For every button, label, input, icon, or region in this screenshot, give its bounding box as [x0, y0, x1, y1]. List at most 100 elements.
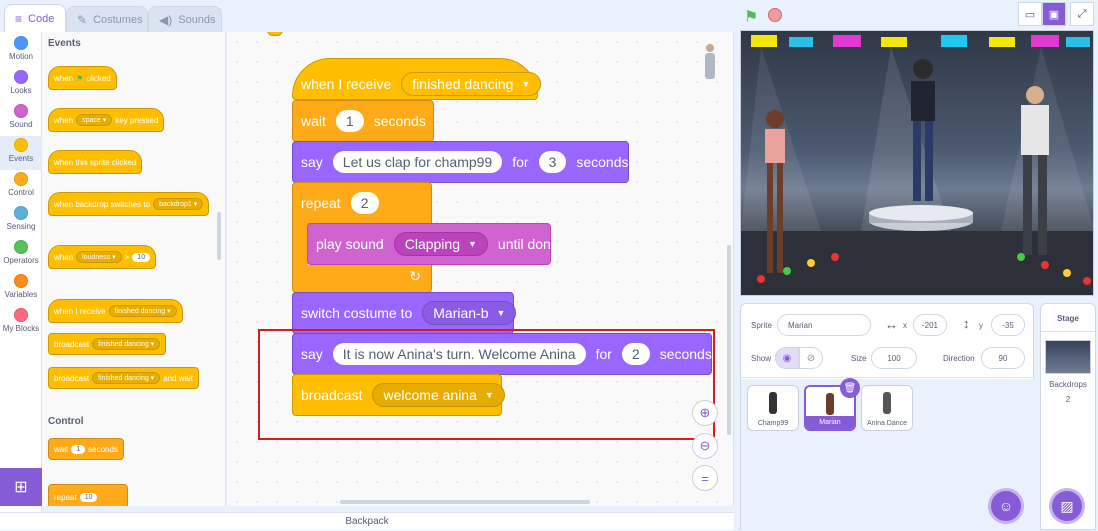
say-for-block[interactable]: say Let us clap for champ99 for 3 second… [292, 141, 629, 183]
x-input[interactable]: -201 [913, 314, 947, 336]
green-flag-button[interactable]: ⚑ [744, 7, 758, 27]
tab-costumes[interactable]: ✎ Costumes [66, 6, 148, 32]
zoom-in-button[interactable]: ⊕ [692, 400, 718, 426]
say-for-block-2[interactable]: say It is now Anina's turn. Welcome Anin… [292, 333, 712, 375]
say-text-input[interactable]: Let us clap for champ99 [332, 151, 503, 173]
stage-canvas[interactable] [740, 30, 1094, 296]
normal-stage-button[interactable]: ▣ [1042, 2, 1066, 26]
message-dropdown[interactable]: finished dancing ▾ [92, 372, 161, 384]
category-events[interactable]: Events [0, 136, 42, 170]
palette-block-wait[interactable]: wait 1 seconds [48, 438, 124, 460]
backpack-bar[interactable]: Backpack [0, 512, 734, 530]
key-dropdown[interactable]: space ▾ [76, 114, 113, 126]
loudness-dropdown[interactable]: loudness ▾ [76, 251, 122, 263]
horizontal-arrows-icon: ↔ [885, 317, 898, 332]
sprite-thumb-anina-dance[interactable]: Anina Dance [861, 385, 913, 431]
add-extension-button[interactable]: ⊞ [0, 468, 42, 506]
add-backdrop-icon: ▨ [1060, 497, 1074, 514]
say-seconds-input[interactable]: 3 [538, 151, 567, 173]
show-visible-button[interactable]: ◉ [775, 347, 799, 369]
show-hidden-button[interactable]: ⊘ [799, 347, 823, 369]
repeat-input[interactable]: 10 [79, 492, 98, 502]
say-text-input[interactable]: It is now Anina's turn. Welcome Anina [332, 343, 586, 365]
script-area[interactable]: when I receive finished dancing ▼ wait 1 … [227, 32, 734, 506]
switch-costume-block[interactable]: switch costume to Marian-b ▼ [292, 292, 517, 334]
zoom-reset-icon: = [701, 470, 709, 486]
block-text: when [54, 115, 74, 125]
message-dropdown[interactable]: finished dancing ▾ [108, 305, 177, 317]
workspace-vertical-scrollbar[interactable] [727, 245, 731, 435]
stop-button[interactable] [768, 8, 782, 22]
zoom-in-icon: ⊕ [699, 405, 711, 420]
backdrop-dropdown[interactable]: backdrop1 ▾ [153, 198, 204, 210]
play-sound-until-done-block[interactable]: play sound Clapping ▼ until done [307, 223, 559, 265]
receive-message-dropdown[interactable]: finished dancing ▼ [401, 72, 542, 96]
loop-arrow-icon: ↻ [409, 268, 421, 284]
repeat-block[interactable]: repeat 2 [292, 182, 432, 224]
category-sound[interactable]: Sound [0, 104, 42, 129]
wait-input[interactable]: 1 [71, 444, 86, 454]
palette-block-when-key-pressed[interactable]: when space ▾ key pressed [48, 108, 165, 132]
category-motion[interactable]: Motion [0, 36, 42, 61]
message-dropdown[interactable]: finished dancing ▾ [92, 338, 161, 350]
wait-input[interactable]: 1 [335, 110, 364, 132]
palette-heading-events: Events [48, 38, 81, 49]
dropdown-value: welcome anina [383, 387, 477, 403]
repeat-input[interactable]: 2 [350, 192, 379, 214]
palette-block-when-sprite-clicked[interactable]: when this sprite clicked [48, 150, 143, 174]
tab-code[interactable]: ≡ Code [4, 4, 66, 32]
wait-block[interactable]: wait 1 seconds [292, 100, 434, 142]
when-i-receive-hat-block[interactable]: when I receive finished dancing ▼ [292, 58, 542, 100]
workspace-horizontal-scrollbar[interactable] [340, 500, 590, 504]
broadcast-message-dropdown[interactable]: welcome anina ▼ [372, 383, 505, 407]
palette-block-when-backdrop-switches[interactable]: when backdrop switches to backdrop1 ▾ [48, 192, 210, 216]
choose-sprite-button[interactable]: ☺ [988, 488, 1024, 524]
block-text: until done [497, 236, 559, 252]
fullscreen-button[interactable]: ⤢ [1070, 2, 1094, 26]
tab-sounds-label: Sounds [178, 13, 216, 26]
palette-block-when-loudness[interactable]: when loudness ▾ >10 [48, 245, 157, 269]
delete-sprite-button[interactable]: 🗑 [840, 378, 860, 398]
zoom-reset-button[interactable]: = [692, 465, 718, 491]
category-operators[interactable]: Operators [0, 240, 42, 265]
choose-backdrop-button[interactable]: ▨ [1049, 488, 1085, 524]
palette-block-broadcast[interactable]: broadcast finished dancing ▾ [48, 333, 167, 355]
y-label: y [979, 321, 983, 330]
tab-sounds[interactable]: ◀) Sounds [148, 6, 222, 32]
trash-icon: 🗑 [843, 382, 857, 394]
say-seconds-input[interactable]: 2 [621, 343, 650, 365]
sprite-thumb-champ99[interactable]: Champ99 [747, 385, 799, 431]
palette-scrollbar[interactable] [217, 212, 221, 260]
palette-block-broadcast-and-wait[interactable]: broadcast finished dancing ▾ and wait [48, 367, 199, 389]
fullscreen-icon: ⤢ [1077, 7, 1087, 20]
small-stage-icon: ▭ [1024, 8, 1036, 21]
loudness-input[interactable]: 10 [132, 252, 151, 262]
block-text: seconds [659, 346, 712, 362]
sprite-name-input[interactable]: Marian [777, 314, 871, 336]
category-variables[interactable]: Variables [0, 274, 42, 299]
category-sensing[interactable]: Sensing [0, 206, 42, 231]
sound-dropdown[interactable]: Clapping ▼ [393, 232, 488, 256]
block-text: when this sprite clicked [54, 157, 137, 167]
block-text: broadcast [54, 339, 90, 349]
direction-input[interactable]: 90 [981, 347, 1025, 369]
zoom-out-button[interactable]: ⊖ [692, 433, 718, 459]
palette-block-when-i-receive[interactable]: when I receive finished dancing ▾ [48, 299, 183, 323]
backdrops-label: Backdrops [1049, 380, 1087, 389]
palette-block-repeat[interactable]: repeat 10 [48, 484, 128, 506]
size-input[interactable]: 100 [871, 347, 917, 369]
costume-dropdown[interactable]: Marian-b ▼ [422, 301, 517, 325]
category-my-blocks[interactable]: My Blocks [0, 308, 42, 333]
palette-block-when-flag-clicked[interactable]: when ⚑ clicked [48, 66, 117, 90]
backdrops-count: 2 [1065, 395, 1071, 404]
x-label: x [903, 321, 907, 330]
small-stage-button[interactable]: ▭ [1018, 2, 1042, 26]
category-label: Looks [10, 86, 32, 95]
broadcast-block[interactable]: broadcast welcome anina ▼ [292, 374, 505, 416]
category-control[interactable]: Control [0, 172, 42, 197]
block-text: broadcast [54, 373, 90, 383]
extension-icon: ⊞ [14, 479, 28, 496]
y-input[interactable]: -35 [991, 314, 1025, 336]
category-looks[interactable]: Looks [0, 70, 42, 95]
category-label: Sound [9, 120, 33, 129]
